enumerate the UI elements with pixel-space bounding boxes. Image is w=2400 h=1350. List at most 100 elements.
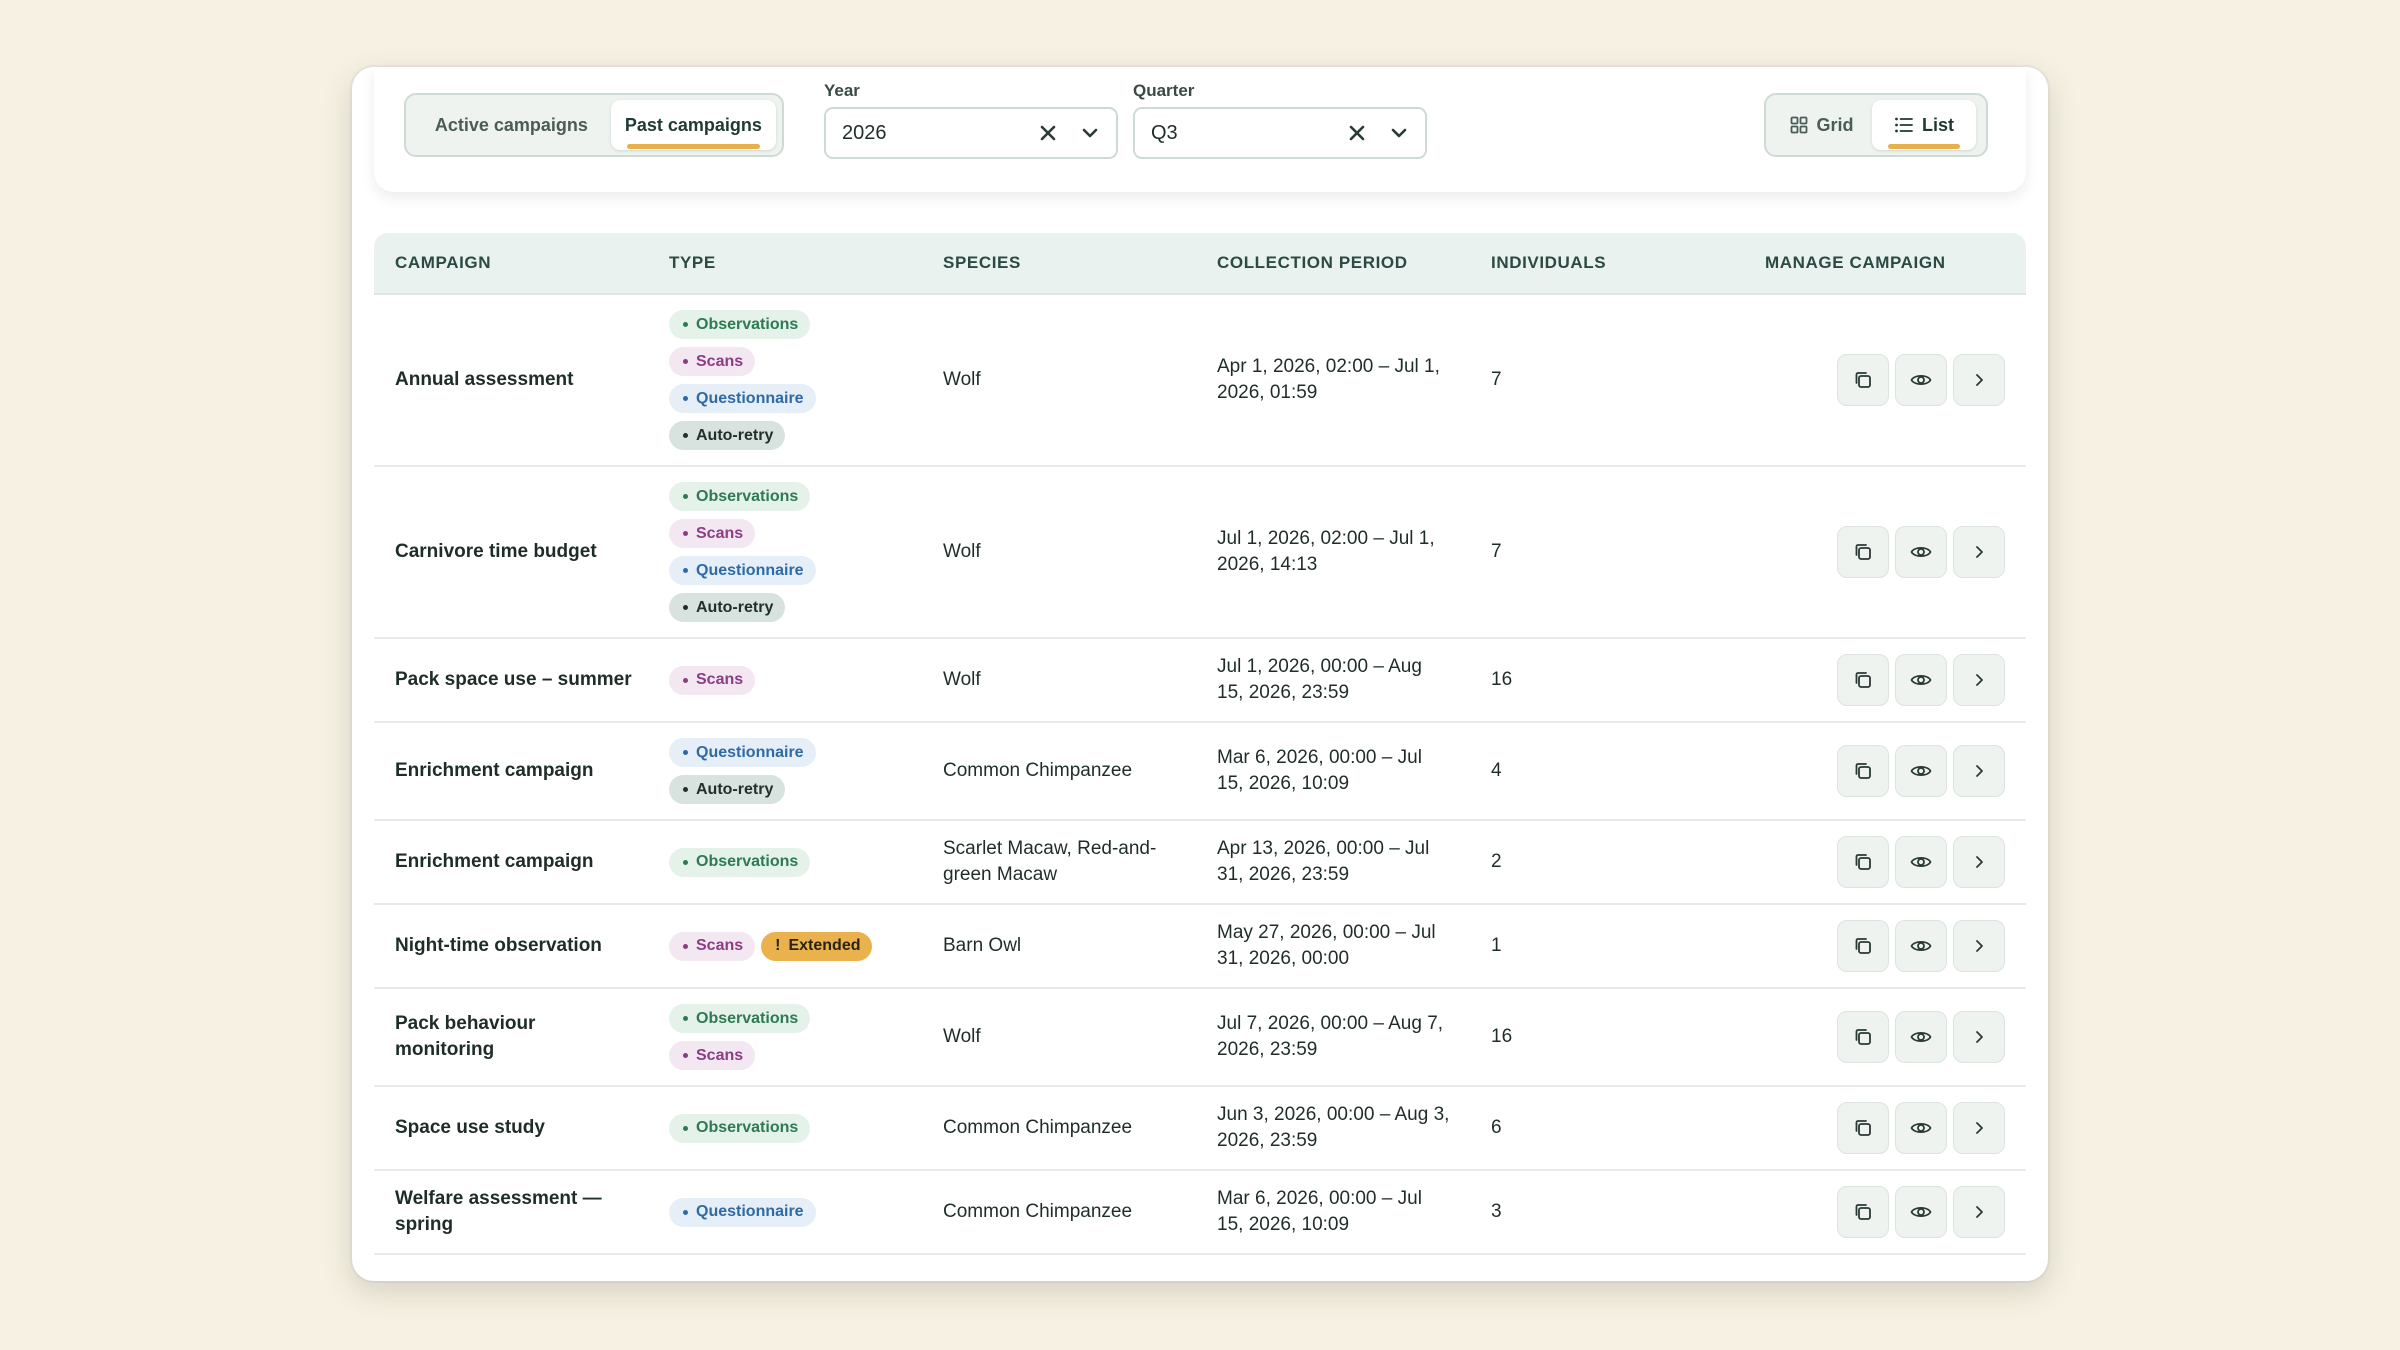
type-badge: Scans [669,347,756,376]
campaign-species: Wolf [943,369,981,390]
quarter-select[interactable]: Q3 [1133,107,1427,159]
type-badge-label: Observations [696,315,799,333]
chevron-right-icon[interactable] [1953,526,2005,578]
copy-icon[interactable] [1837,1102,1889,1154]
chevron-right-icon[interactable] [1953,745,2005,797]
eye-icon[interactable] [1895,1186,1947,1238]
manage-actions [1744,836,2026,888]
grid-icon [1790,116,1808,134]
chevron-right-icon[interactable] [1953,354,2005,406]
tab-past-campaigns[interactable]: Past campaigns [610,100,776,150]
eye-icon[interactable] [1895,1102,1947,1154]
campaign-species: Common Chimpanzee [943,760,1133,781]
bullet-icon [683,396,688,401]
bullet-icon [683,1053,688,1058]
bullet-icon [683,359,688,364]
campaign-name: Annual assessment [395,369,574,390]
close-icon[interactable] [1036,121,1060,145]
list-label: List [1921,114,1954,135]
quarter-value: Q3 [1151,121,1178,144]
copy-icon[interactable] [1837,745,1889,797]
type-badge-label: Scans [696,524,744,542]
type-badge: Scans [669,665,756,695]
eye-icon[interactable] [1895,1011,1947,1063]
eye-icon[interactable] [1895,526,1947,578]
chevron-right-icon[interactable] [1953,1011,2005,1063]
eye-icon[interactable] [1895,654,1947,706]
grid-label: Grid [1816,114,1854,135]
individuals-count: 16 [1491,1026,1513,1047]
tab-active-campaigns[interactable]: Active campaigns [412,100,611,150]
copy-icon[interactable] [1837,920,1889,972]
individuals-count: 3 [1491,1201,1502,1222]
type-badge: Scans [669,931,756,961]
manage-actions [1744,1102,2026,1154]
table-row[interactable]: Enrichment campaign Questionnaire Auto-ret… [374,723,2026,821]
chevron-right-icon[interactable] [1953,836,2005,888]
type-badge: Questionnaire [669,738,816,767]
type-badge-label: Scans [696,937,744,954]
chevron-right-icon[interactable] [1953,654,2005,706]
year-select[interactable]: 2026 [824,107,1118,159]
extended-label: Extended [788,937,861,954]
type-badge: Observations [669,310,811,339]
filter-toolbar: Active campaigns Past campaigns Year 202… [374,67,2026,192]
eye-icon[interactable] [1895,920,1947,972]
copy-icon[interactable] [1837,526,1889,578]
copy-icon[interactable] [1837,1011,1889,1063]
bullet-icon [683,859,688,865]
quarter-filter: Quarter Q3 [1133,81,1427,159]
copy-icon[interactable] [1837,836,1889,888]
type-badge: Auto-retry [669,775,786,804]
chevron-right-icon[interactable] [1953,920,2005,972]
year-label: Year [824,81,860,100]
copy-icon[interactable] [1837,1186,1889,1238]
campaign-types: Questionnaire [648,1197,922,1227]
chevron-right-icon[interactable] [1953,1186,2005,1238]
type-badge: Observations [669,1004,811,1033]
type-badge: Scans [669,1041,756,1070]
table-row[interactable]: Night-time observation Scans! Extended Barn… [374,905,2026,989]
type-badge: Questionnaire [669,384,816,413]
grid-view-button[interactable]: Grid [1772,100,1872,150]
type-badge-label: Questionnaire [696,1203,804,1220]
campaign-name: Enrichment campaign [395,760,594,781]
column-header-type: TYPE [669,253,716,272]
quarter-label: Quarter [1133,81,1195,100]
column-header-manage-campaign: MANAGE CAMPAIGN [1765,253,1946,272]
chevron-right-icon[interactable] [1953,1102,2005,1154]
type-badge: Questionnaire [669,556,816,585]
chevron-down-icon[interactable] [1387,121,1411,145]
type-badge-label: Scans [696,1046,744,1064]
table-row[interactable]: Space use study Observations Common Chimpa… [374,1087,2026,1171]
eye-icon[interactable] [1895,354,1947,406]
view-toggle: Grid List [1764,93,1988,157]
eye-icon[interactable] [1895,745,1947,797]
type-badge-label: Scans [696,671,744,688]
eye-icon[interactable] [1895,836,1947,888]
campaign-name: Enrichment campaign [395,851,594,872]
campaign-name: Space use study [395,1117,545,1138]
bullet-icon [683,1016,688,1021]
copy-icon[interactable] [1837,654,1889,706]
list-view-button[interactable]: List [1872,100,1976,150]
table-row[interactable]: Pack behaviour monitoring Observations Sca… [374,989,2026,1087]
table-row[interactable]: Pack space use – summer Scans Wolf Jul 1, 2… [374,639,2026,723]
table-row[interactable]: Welfare assessment — spring Questionnaire… [374,1171,2026,1255]
individuals-count: 7 [1491,369,1502,390]
campaign-name: Carnivore time budget [395,541,597,562]
table-row[interactable]: Enrichment campaign Observations Scarlet M… [374,821,2026,905]
table-row[interactable]: Carnivore time budget Observations Scans Qu… [374,467,2026,639]
copy-icon[interactable] [1837,354,1889,406]
campaign-species: Wolf [943,669,981,690]
column-header-individuals: INDIVIDUALS [1491,253,1607,272]
close-icon[interactable] [1345,121,1369,145]
campaign-species: Scarlet Macaw, Red-and-green Macaw [943,838,1157,885]
type-badge-label: Observations [696,1009,799,1027]
manage-actions [1744,654,2026,706]
type-badge: Observations [669,482,811,511]
bullet-icon [683,531,688,536]
chevron-down-icon[interactable] [1078,121,1102,145]
type-badge: Scans [669,519,756,548]
table-row[interactable]: Annual assessment Observations Scans Questi… [374,295,2026,467]
